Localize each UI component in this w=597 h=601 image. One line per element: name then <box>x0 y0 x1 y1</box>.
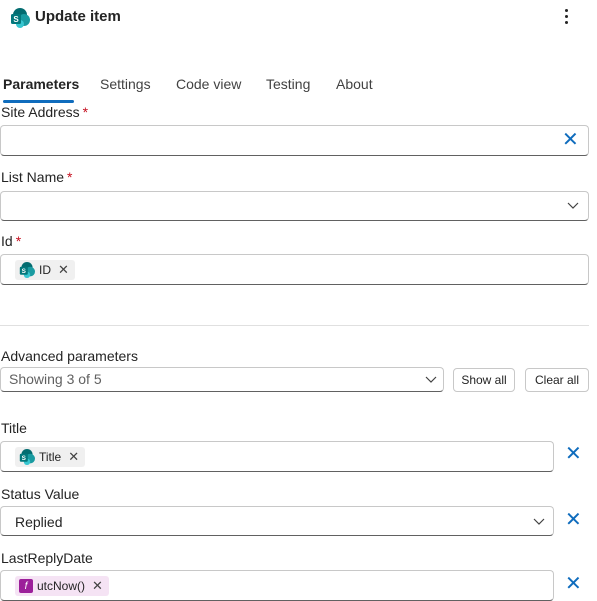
remove-token-icon[interactable]: ✕ <box>92 578 103 594</box>
tab-settings[interactable]: Settings <box>100 76 151 92</box>
tab-parameters[interactable]: Parameters <box>3 76 79 92</box>
token-label: ID <box>39 263 51 277</box>
title-label: Title <box>1 420 27 436</box>
page-title: Update item <box>35 8 121 25</box>
active-tab-indicator <box>3 100 74 103</box>
more-vertical-icon[interactable] <box>559 6 573 28</box>
status-value-label: Status Value <box>1 486 80 502</box>
remove-parameter-icon[interactable]: ✕ <box>565 444 582 464</box>
chevron-down-icon <box>567 202 579 209</box>
id-label-text: Id <box>1 233 13 249</box>
show-all-button[interactable]: Show all <box>453 368 515 392</box>
id-token[interactable]: S ID ✕ <box>15 260 75 280</box>
token-label: Title <box>39 450 62 464</box>
title-input[interactable]: S Title ✕ <box>0 441 554 472</box>
expression-icon: f <box>19 579 33 593</box>
last-reply-date-input[interactable]: f utcNow() ✕ <box>0 570 554 601</box>
divider <box>0 325 589 326</box>
showing-count: Showing 3 of 5 <box>9 371 102 387</box>
remove-parameter-icon[interactable]: ✕ <box>565 510 582 530</box>
sharepoint-icon: S <box>19 449 35 465</box>
remove-token-icon[interactable]: ✕ <box>68 449 79 465</box>
site-address-label: Site Address * <box>1 104 88 120</box>
sharepoint-icon: S <box>11 8 30 28</box>
chevron-down-icon <box>425 376 437 383</box>
id-input[interactable]: S ID ✕ <box>0 254 589 285</box>
chevron-down-icon <box>533 518 545 525</box>
utcnow-token[interactable]: f utcNow() ✕ <box>15 576 109 596</box>
token-label: utcNow() <box>37 579 86 593</box>
remove-token-icon[interactable]: ✕ <box>58 262 69 278</box>
clear-icon[interactable]: ✕ <box>562 130 579 150</box>
sharepoint-icon: S <box>19 262 35 278</box>
remove-parameter-icon[interactable]: ✕ <box>565 574 582 594</box>
list-name-dropdown[interactable] <box>0 191 589 221</box>
site-address-label-text: Site Address <box>1 104 80 120</box>
required-mark: * <box>67 169 73 185</box>
tab-code-view[interactable]: Code view <box>176 76 241 92</box>
advanced-parameters-dropdown[interactable]: Showing 3 of 5 <box>0 367 444 392</box>
tab-about[interactable]: About <box>336 76 373 92</box>
svg-text:S: S <box>22 268 27 275</box>
clear-all-button[interactable]: Clear all <box>525 368 589 392</box>
tab-testing[interactable]: Testing <box>266 76 310 92</box>
required-mark: * <box>15 233 22 249</box>
title-token[interactable]: S Title ✕ <box>15 447 86 467</box>
list-name-label-text: List Name <box>1 169 65 185</box>
svg-text:S: S <box>22 455 27 462</box>
status-value-dropdown[interactable]: Replied <box>0 506 554 536</box>
header: S Update item <box>0 0 597 40</box>
last-reply-date-label: LastReplyDate <box>1 550 93 566</box>
required-mark: * <box>82 104 89 120</box>
svg-text:S: S <box>13 15 19 24</box>
id-label: Id * <box>1 233 21 249</box>
site-address-input[interactable]: ✕ <box>0 125 589 156</box>
status-value-selected: Replied <box>15 514 63 530</box>
advanced-parameters-label: Advanced parameters <box>1 348 138 364</box>
list-name-label: List Name * <box>1 169 72 185</box>
